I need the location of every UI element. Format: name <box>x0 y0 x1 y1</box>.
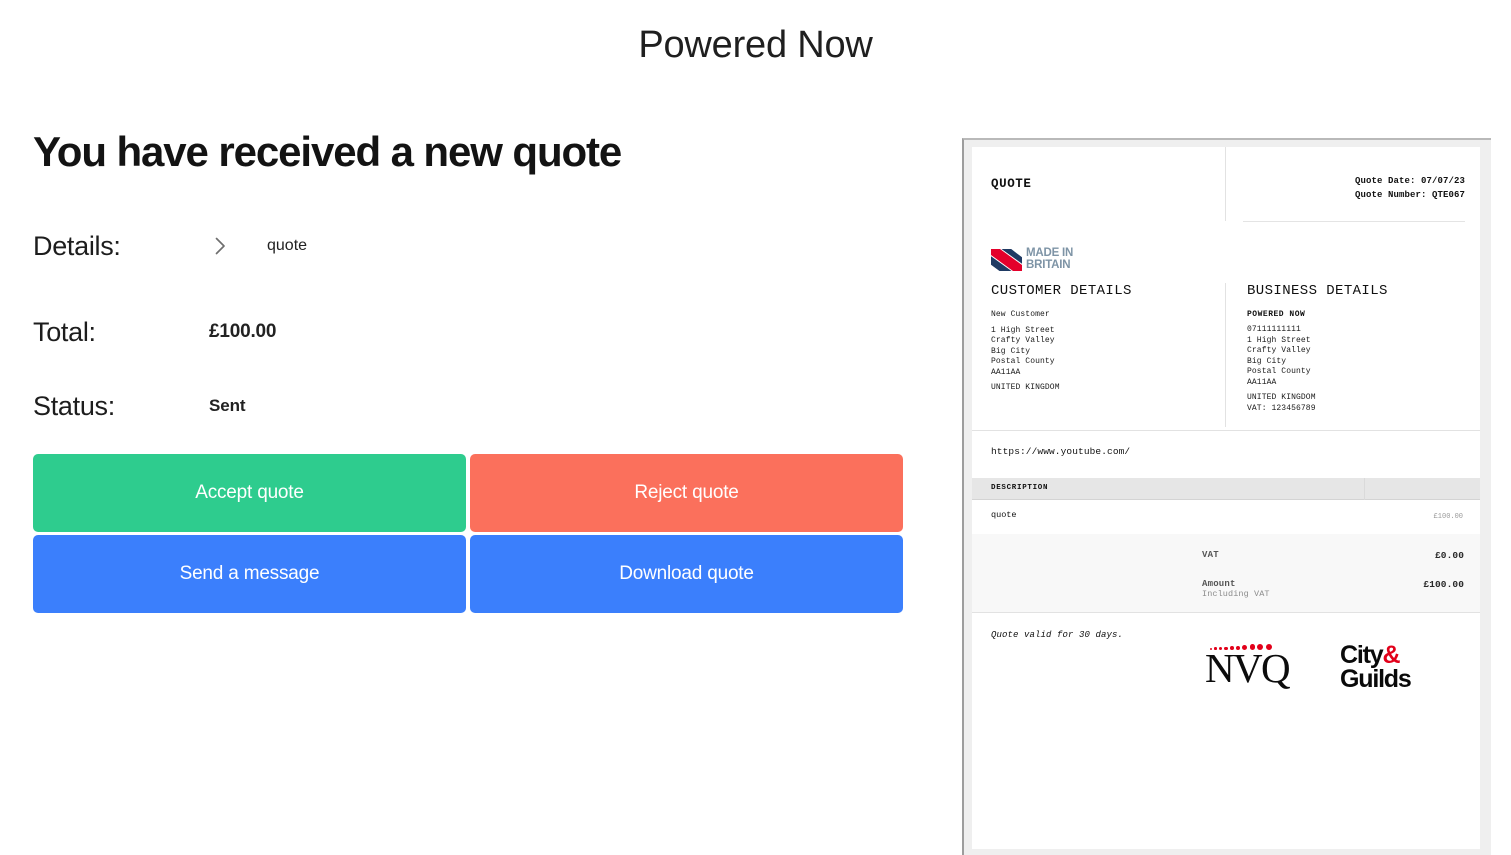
business-address-line: Crafty Valley <box>1247 346 1311 356</box>
quote-document-page: QUOTE Quote Date: 07/07/23 Quote Number:… <box>972 147 1480 849</box>
status-label: Status: <box>33 390 115 421</box>
customer-name: New Customer <box>991 310 1050 319</box>
app-header: Powered Now <box>0 0 1511 90</box>
table-row: quote £100.00 <box>972 500 1480 534</box>
page-title: You have received a new quote <box>33 128 622 175</box>
reject-quote-button[interactable]: Reject quote <box>470 454 903 533</box>
city-and-guilds-line-1: City& <box>1340 643 1411 668</box>
document-parties: CUSTOMER DETAILS New Customer 1 High Str… <box>972 283 1480 427</box>
document-footnote: Quote valid for 30 days. <box>991 630 1124 640</box>
certification-logos: NVQ City& Guilds <box>1202 639 1464 709</box>
total-label: Total: <box>33 316 96 347</box>
quote-actions: Accept quote Reject quote Send a message… <box>33 454 903 614</box>
mib-line-1: MADE IN <box>1026 247 1074 259</box>
line-item-description: quote <box>991 510 1017 520</box>
status-row: Status: Sent <box>33 382 913 430</box>
vat-label: VAT <box>1202 550 1219 560</box>
amount-value: £100.00 <box>1423 579 1464 590</box>
document-divider <box>972 430 1480 431</box>
send-message-button[interactable]: Send a message <box>33 535 466 614</box>
details-label: Details: <box>33 230 121 261</box>
amount-label: Amount Including VAT <box>1202 579 1270 599</box>
city-and-guilds-line-2: Guilds <box>1340 665 1412 693</box>
vat-value: £0.00 <box>1434 550 1464 561</box>
business-details-block: BUSINESS DETAILS POWERED NOW 07111111111… <box>1226 283 1480 427</box>
customer-address-line: Crafty Valley <box>991 336 1055 346</box>
app-title: Powered Now <box>638 24 873 66</box>
quote-summary-panel: You have received a new quote Details: q… <box>33 128 913 614</box>
business-address-line: AA11AA <box>1247 377 1277 387</box>
customer-details-heading: CUSTOMER DETAILS <box>991 283 1132 299</box>
business-address-line: 1 High Street <box>1247 335 1311 345</box>
nvq-wordmark: NVQ <box>1205 645 1291 691</box>
line-items-table-header: DESCRIPTION <box>972 478 1480 500</box>
totals-band: VAT £0.00 Amount Including VAT £100.00 <box>972 534 1480 612</box>
document-header-rule <box>1243 221 1465 222</box>
customer-country: UNITED KINGDOM <box>991 383 1060 393</box>
status-badge: Sent <box>209 396 246 416</box>
business-country: UNITED KINGDOM <box>1247 393 1316 403</box>
customer-address-line: 1 High Street <box>991 325 1055 335</box>
accept-quote-button[interactable]: Accept quote <box>33 454 466 533</box>
amount-total-row: Amount Including VAT £100.00 <box>1202 579 1464 599</box>
document-type-cell: QUOTE <box>972 147 1226 221</box>
details-value: quote <box>267 237 308 255</box>
business-details-heading: BUSINESS DETAILS <box>1247 283 1388 299</box>
mib-line-2: BRITAIN <box>1026 258 1071 271</box>
total-value: £100.00 <box>209 321 277 343</box>
quote-number: Quote Number: QTE067 <box>1354 189 1465 200</box>
quote-document-preview[interactable]: QUOTE Quote Date: 07/07/23 Quote Number:… <box>962 138 1491 855</box>
vat-total-row: VAT £0.00 <box>1202 550 1464 561</box>
customer-details-block: CUSTOMER DETAILS New Customer 1 High Str… <box>972 283 1226 427</box>
business-address-line: Big City <box>1247 356 1287 366</box>
nvq-logo: NVQ <box>1205 639 1297 688</box>
document-header: QUOTE Quote Date: 07/07/23 Quote Number:… <box>972 147 1480 221</box>
download-quote-button[interactable]: Download quote <box>470 535 903 614</box>
document-url[interactable]: https://www.youtube.com/ <box>991 446 1130 457</box>
line-item-amount: £100.00 <box>1433 513 1463 521</box>
amount-label-subtext: Including VAT <box>1202 589 1270 599</box>
total-row: Total: £100.00 <box>33 308 913 356</box>
city-and-guilds-logo: City& Guilds <box>1340 643 1412 693</box>
description-column-header: DESCRIPTION <box>991 484 1049 492</box>
made-in-britain-logo: MADE IN BRITAIN <box>991 247 1074 271</box>
business-vat-number: VAT: 123456789 <box>1247 403 1316 413</box>
chevron-right-icon[interactable] <box>209 237 231 255</box>
customer-address-line: Postal County <box>991 357 1055 367</box>
amount-label-text: Amount <box>1202 579 1236 589</box>
document-meta-cell: Quote Date: 07/07/23 Quote Number: QTE06… <box>1226 147 1480 221</box>
quote-detail-list: Details: quote Total: £100.00 Status: Se… <box>33 222 913 430</box>
details-row[interactable]: Details: quote <box>33 222 913 270</box>
business-name: POWERED NOW <box>1247 310 1306 319</box>
business-address-line: Postal County <box>1247 367 1311 377</box>
made-in-britain-wordmark: MADE IN BRITAIN <box>1026 247 1074 271</box>
business-phone: 07111111111 <box>1247 325 1301 334</box>
customer-address-line: Big City <box>991 346 1031 356</box>
column-divider <box>1364 478 1365 500</box>
customer-address-line: AA11AA <box>991 367 1021 377</box>
document-type-label: QUOTE <box>991 177 1032 191</box>
quote-date: Quote Date: 07/07/23 <box>1354 176 1465 186</box>
document-divider <box>972 612 1480 613</box>
